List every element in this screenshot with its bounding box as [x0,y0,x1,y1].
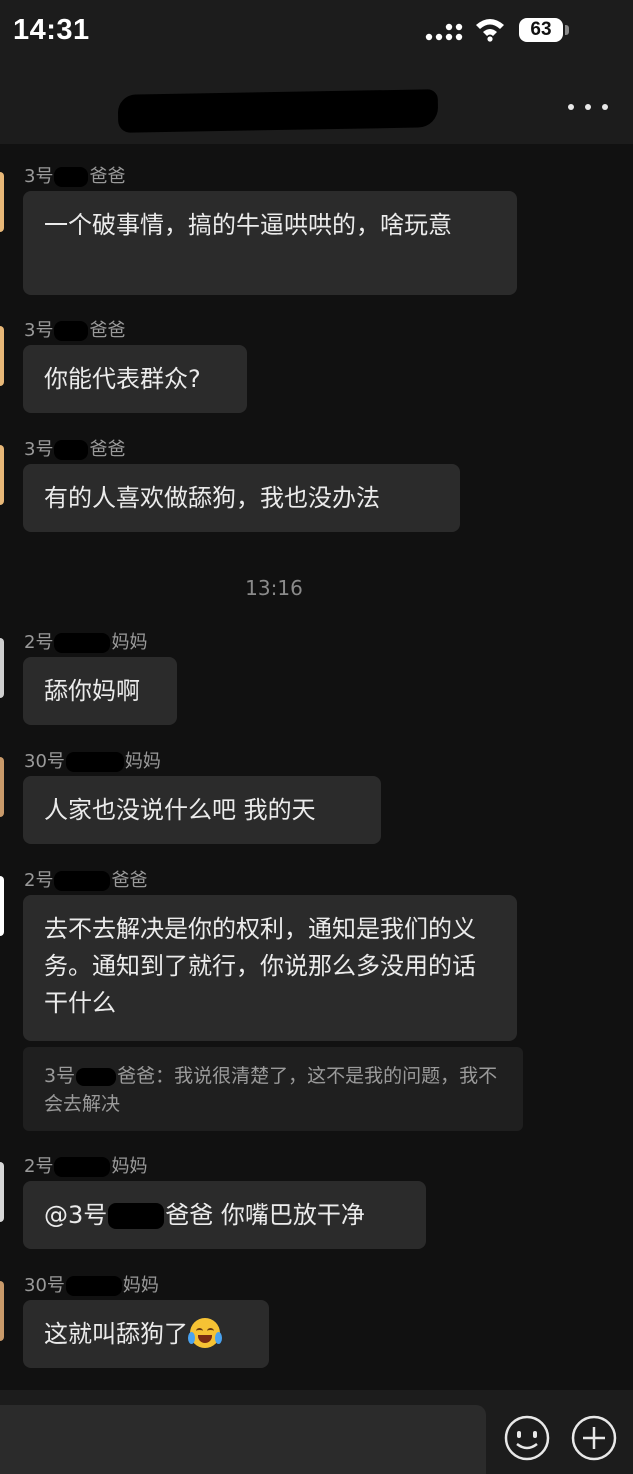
redacted-name [54,633,111,653]
sender-suffix: 妈妈 [122,1275,159,1296]
sender-suffix: 爸爸 [89,320,126,341]
redacted-name [54,1157,111,1177]
sender-name: 3号 爸爸 [24,316,125,342]
message-bubble[interactable]: 有的人喜欢做舔狗，我也没办法 [23,464,460,532]
status-bar: 14:31 63 [0,0,633,62]
chat-title-redacted [117,89,439,133]
sender-prefix: 3号 [24,166,54,187]
emoji-face-icon[interactable] [503,1414,551,1462]
message-bubble[interactable]: 一个破事情，搞的牛逼哄哄的，啥玩意 [23,191,517,295]
redacted-name [65,752,124,772]
avatar[interactable] [0,1281,4,1341]
message-bubble[interactable]: 你能代表群众? [23,345,247,413]
redacted-name [54,440,89,460]
chat-header [0,62,633,144]
redacted-name [54,871,111,891]
sender-suffix: 爸爸 [89,166,126,187]
sender-suffix: 妈妈 [111,1156,148,1177]
sender-name: 30号 妈妈 [24,747,161,773]
more-dots-icon[interactable] [568,94,608,120]
sender-name: 2号 妈妈 [24,628,147,654]
sender-name: 30号 妈妈 [24,1271,159,1297]
message-input[interactable] [0,1405,486,1474]
message-text: 这就叫舔狗了 [44,1320,188,1348]
sender-name: 3号 爸爸 [24,162,125,188]
battery-icon: 63 [519,18,563,42]
laughing-crying-emoji [188,1318,222,1348]
wifi-icon [476,19,504,42]
sender-prefix: 3号 [24,320,54,341]
sender-prefix: 3号 [24,439,54,460]
message-bubble[interactable]: 人家也没说什么吧 我的天 [23,776,381,844]
redacted-name [76,1067,117,1086]
quote-prefix: 3号 [44,1065,76,1087]
status-time: 14:31 [13,14,90,46]
sender-prefix: 2号 [24,870,54,891]
quoted-reply[interactable]: 3号 爸爸：我说很清楚了，这不是我的问题，我不会去解决 [23,1047,523,1131]
message-bubble[interactable]: 这就叫舔狗了 [23,1300,269,1368]
redacted-name [54,321,89,341]
time-divider: 13:16 [245,576,303,600]
redacted-name [65,1276,122,1296]
chat-area[interactable]: 3号 爸爸 一个破事情，搞的牛逼哄哄的，啥玩意 3号 爸爸 你能代表群众? 3号 爸爸… [0,144,633,1390]
sender-name: 2号 爸爸 [24,866,147,892]
message-bubble[interactable]: 舔你妈啊 [23,657,177,725]
sender-prefix: 30号 [24,751,65,772]
avatar[interactable] [0,638,4,698]
battery-tip [565,25,569,35]
sender-suffix: 爸爸 [111,870,148,891]
redacted-name [54,167,89,187]
avatar[interactable] [0,172,4,232]
message-text: 爸爸 你嘴巴放干净 [165,1201,365,1229]
more-dot [602,104,608,110]
more-dot [568,104,574,110]
message-bubble[interactable]: 去不去解决是你的权利，通知是我们的义务。通知到了就行，你说那么多没用的话干什么 [23,895,517,1041]
sender-suffix: 爸爸 [89,439,126,460]
plus-icon[interactable] [570,1414,618,1462]
more-dot [585,104,591,110]
mention[interactable]: @3号 [44,1201,107,1229]
avatar[interactable] [0,326,4,386]
sender-name: 3号 爸爸 [24,435,125,461]
sender-prefix: 30号 [24,1275,65,1296]
sender-suffix: 妈妈 [111,632,148,653]
message-bubble[interactable]: @3号 爸爸 你嘴巴放干净 [23,1181,426,1249]
input-bar [0,1390,633,1474]
avatar[interactable] [0,445,4,505]
avatar[interactable] [0,876,4,936]
sender-suffix: 妈妈 [124,751,161,772]
sender-prefix: 2号 [24,632,54,653]
signal-icon [425,23,463,41]
avatar[interactable] [0,1162,4,1222]
sender-name: 2号 妈妈 [24,1152,147,1178]
redacted-name [108,1203,165,1229]
sender-prefix: 2号 [24,1156,54,1177]
avatar[interactable] [0,757,4,817]
